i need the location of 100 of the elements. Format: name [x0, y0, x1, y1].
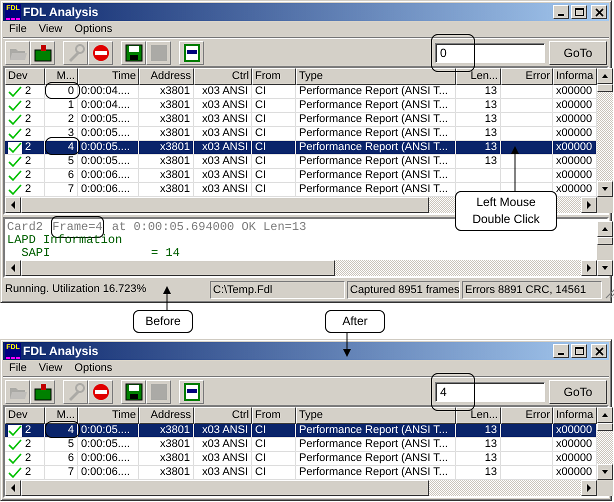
- table-cell[interactable]: 0:00:06....: [81, 453, 130, 464]
- close-button[interactable]: [591, 344, 607, 358]
- table-cell[interactable]: 2: [25, 86, 32, 97]
- table-cell[interactable]: 5: [68, 156, 74, 167]
- table-cell[interactable]: CI: [255, 170, 266, 181]
- table-cell[interactable]: 6: [68, 453, 74, 464]
- table-cell[interactable]: x3801: [160, 100, 190, 111]
- scroll-thumb[interactable]: [597, 423, 613, 431]
- table-cell[interactable]: x00000: [556, 100, 592, 111]
- table-cell[interactable]: 2: [25, 439, 32, 450]
- scroll-up-button[interactable]: [597, 68, 613, 84]
- table-cell[interactable]: Performance Report (ANSI T...: [299, 425, 448, 436]
- minimize-button[interactable]: [553, 344, 569, 358]
- table-cell[interactable]: Performance Report (ANSI T...: [299, 467, 448, 478]
- menu-item[interactable]: File: [3, 24, 33, 34]
- table-cell[interactable]: 13: [484, 142, 497, 153]
- table-cell[interactable]: 0:00:06....: [81, 170, 130, 181]
- table-cell[interactable]: CI: [255, 184, 266, 195]
- table-cell[interactable]: x00000: [556, 86, 592, 97]
- menu-item[interactable]: Options: [68, 362, 118, 374]
- table-cell[interactable]: 6: [68, 170, 74, 181]
- column-header[interactable]: Error: [501, 407, 553, 424]
- table-cell[interactable]: x03 ANSI: [202, 467, 248, 478]
- scroll-left-button[interactable]: [5, 197, 21, 213]
- table-cell[interactable]: 0:00:04....: [81, 100, 130, 111]
- table-cell[interactable]: x00000: [556, 114, 592, 125]
- scroll-right-button[interactable]: [581, 197, 597, 213]
- table-row[interactable]: 2 1 0:00:04.... x3801 x03 ANSI CI Performance Report (ANSI T... 13 x00000: [5, 99, 597, 113]
- column-header[interactable]: Time: [78, 68, 139, 85]
- table-cell[interactable]: 13: [484, 156, 497, 167]
- table-cell[interactable]: CI: [255, 453, 266, 464]
- table-cell[interactable]: x00000: [556, 142, 592, 153]
- table-cell[interactable]: CI: [255, 114, 266, 125]
- vertical-scrollbar[interactable]: [597, 68, 613, 197]
- menu-item[interactable]: Options: [68, 24, 118, 34]
- table-cell[interactable]: 0:00:06....: [81, 467, 130, 478]
- table-cell[interactable]: x03 ANSI: [202, 86, 248, 97]
- table-cell[interactable]: x03 ANSI: [202, 453, 248, 464]
- table-cell[interactable]: 13: [484, 453, 497, 464]
- horizontal-scrollbar[interactable]: [5, 260, 597, 276]
- table-cell[interactable]: 2: [25, 453, 32, 464]
- table-cell[interactable]: CI: [255, 100, 266, 111]
- table-cell[interactable]: x3801: [160, 467, 190, 478]
- table-cell[interactable]: x00000: [556, 128, 592, 139]
- vertical-scrollbar[interactable]: [597, 407, 613, 480]
- table-row[interactable]: 2 6 0:00:06.... x3801 x03 ANSI CI Performance Report (ANSI T... x00000: [5, 169, 597, 183]
- table-cell[interactable]: x3801: [160, 439, 190, 450]
- table-row[interactable]: 2 4 0:00:05.... x3801 x03 ANSI CI Performance Report (ANSI T... 13 x00000: [5, 141, 597, 155]
- window-icon[interactable]: [182, 382, 202, 400]
- table-row[interactable]: 2 5 0:00:05.... x3801 x03 ANSI CI Performance Report (ANSI T... 13 x00000: [5, 155, 597, 169]
- scroll-up-button[interactable]: [597, 221, 613, 237]
- table-cell[interactable]: x00000: [556, 156, 592, 167]
- table-cell[interactable]: 2: [25, 156, 32, 167]
- scroll-left-button[interactable]: [5, 480, 21, 496]
- column-header[interactable]: Time: [78, 407, 139, 424]
- table-cell[interactable]: 0:00:06....: [81, 184, 130, 195]
- table-cell[interactable]: 4: [68, 142, 74, 153]
- table-cell[interactable]: CI: [255, 467, 266, 478]
- table-cell[interactable]: 0:00:05....: [81, 128, 130, 139]
- table-cell[interactable]: x3801: [160, 184, 190, 195]
- table-cell[interactable]: x03 ANSI: [202, 100, 248, 111]
- table-cell[interactable]: 7: [68, 467, 74, 478]
- table-cell[interactable]: 0: [68, 86, 74, 97]
- table-cell[interactable]: Performance Report (ANSI T...: [299, 453, 448, 464]
- goto-button[interactable]: GoTo: [549, 380, 607, 404]
- table-cell[interactable]: 5: [68, 439, 74, 450]
- table-cell[interactable]: x3801: [160, 114, 190, 125]
- table-cell[interactable]: x3801: [160, 142, 190, 153]
- vertical-scrollbar[interactable]: [597, 221, 613, 276]
- table-cell[interactable]: 0:00:05....: [81, 425, 130, 436]
- column-header[interactable]: Dev: [5, 407, 45, 424]
- table-cell[interactable]: 13: [484, 128, 497, 139]
- table-cell[interactable]: 13: [484, 114, 497, 125]
- table-cell[interactable]: x3801: [160, 425, 190, 436]
- table-cell[interactable]: x00000: [556, 170, 592, 181]
- table-row[interactable]: 2 0 0:00:04.... x3801 x03 ANSI CI Performance Report (ANSI T... 13 x00000: [5, 85, 597, 99]
- table-cell[interactable]: 13: [484, 100, 497, 111]
- table-cell[interactable]: 2: [25, 142, 32, 153]
- menu-item[interactable]: View: [32, 362, 68, 374]
- table-cell[interactable]: 13: [484, 467, 497, 478]
- table-row[interactable]: 2 5 0:00:05.... x3801 x03 ANSI CI Performance Report (ANSI T... 13 x00000: [5, 438, 597, 452]
- table-cell[interactable]: x3801: [160, 128, 190, 139]
- table-cell[interactable]: Performance Report (ANSI T...: [299, 156, 448, 167]
- table-cell[interactable]: x03 ANSI: [202, 425, 248, 436]
- table-cell[interactable]: x00000: [556, 425, 592, 436]
- table-cell[interactable]: Performance Report (ANSI T...: [299, 128, 448, 139]
- table-cell[interactable]: 2: [25, 467, 32, 478]
- table-cell[interactable]: 4: [68, 425, 74, 436]
- column-header[interactable]: Error: [501, 68, 553, 85]
- scroll-right-button[interactable]: [581, 480, 597, 496]
- table-cell[interactable]: CI: [255, 128, 266, 139]
- table-cell[interactable]: CI: [255, 156, 266, 167]
- horizontal-scrollbar[interactable]: [5, 480, 613, 496]
- table-cell[interactable]: Performance Report (ANSI T...: [299, 142, 448, 153]
- column-header[interactable]: Address: [139, 68, 194, 85]
- column-header[interactable]: From: [252, 68, 296, 85]
- scroll-right-button[interactable]: [581, 260, 597, 276]
- table-cell[interactable]: Performance Report (ANSI T...: [299, 184, 448, 195]
- stop-icon[interactable]: [90, 382, 110, 400]
- table-cell[interactable]: x3801: [160, 86, 190, 97]
